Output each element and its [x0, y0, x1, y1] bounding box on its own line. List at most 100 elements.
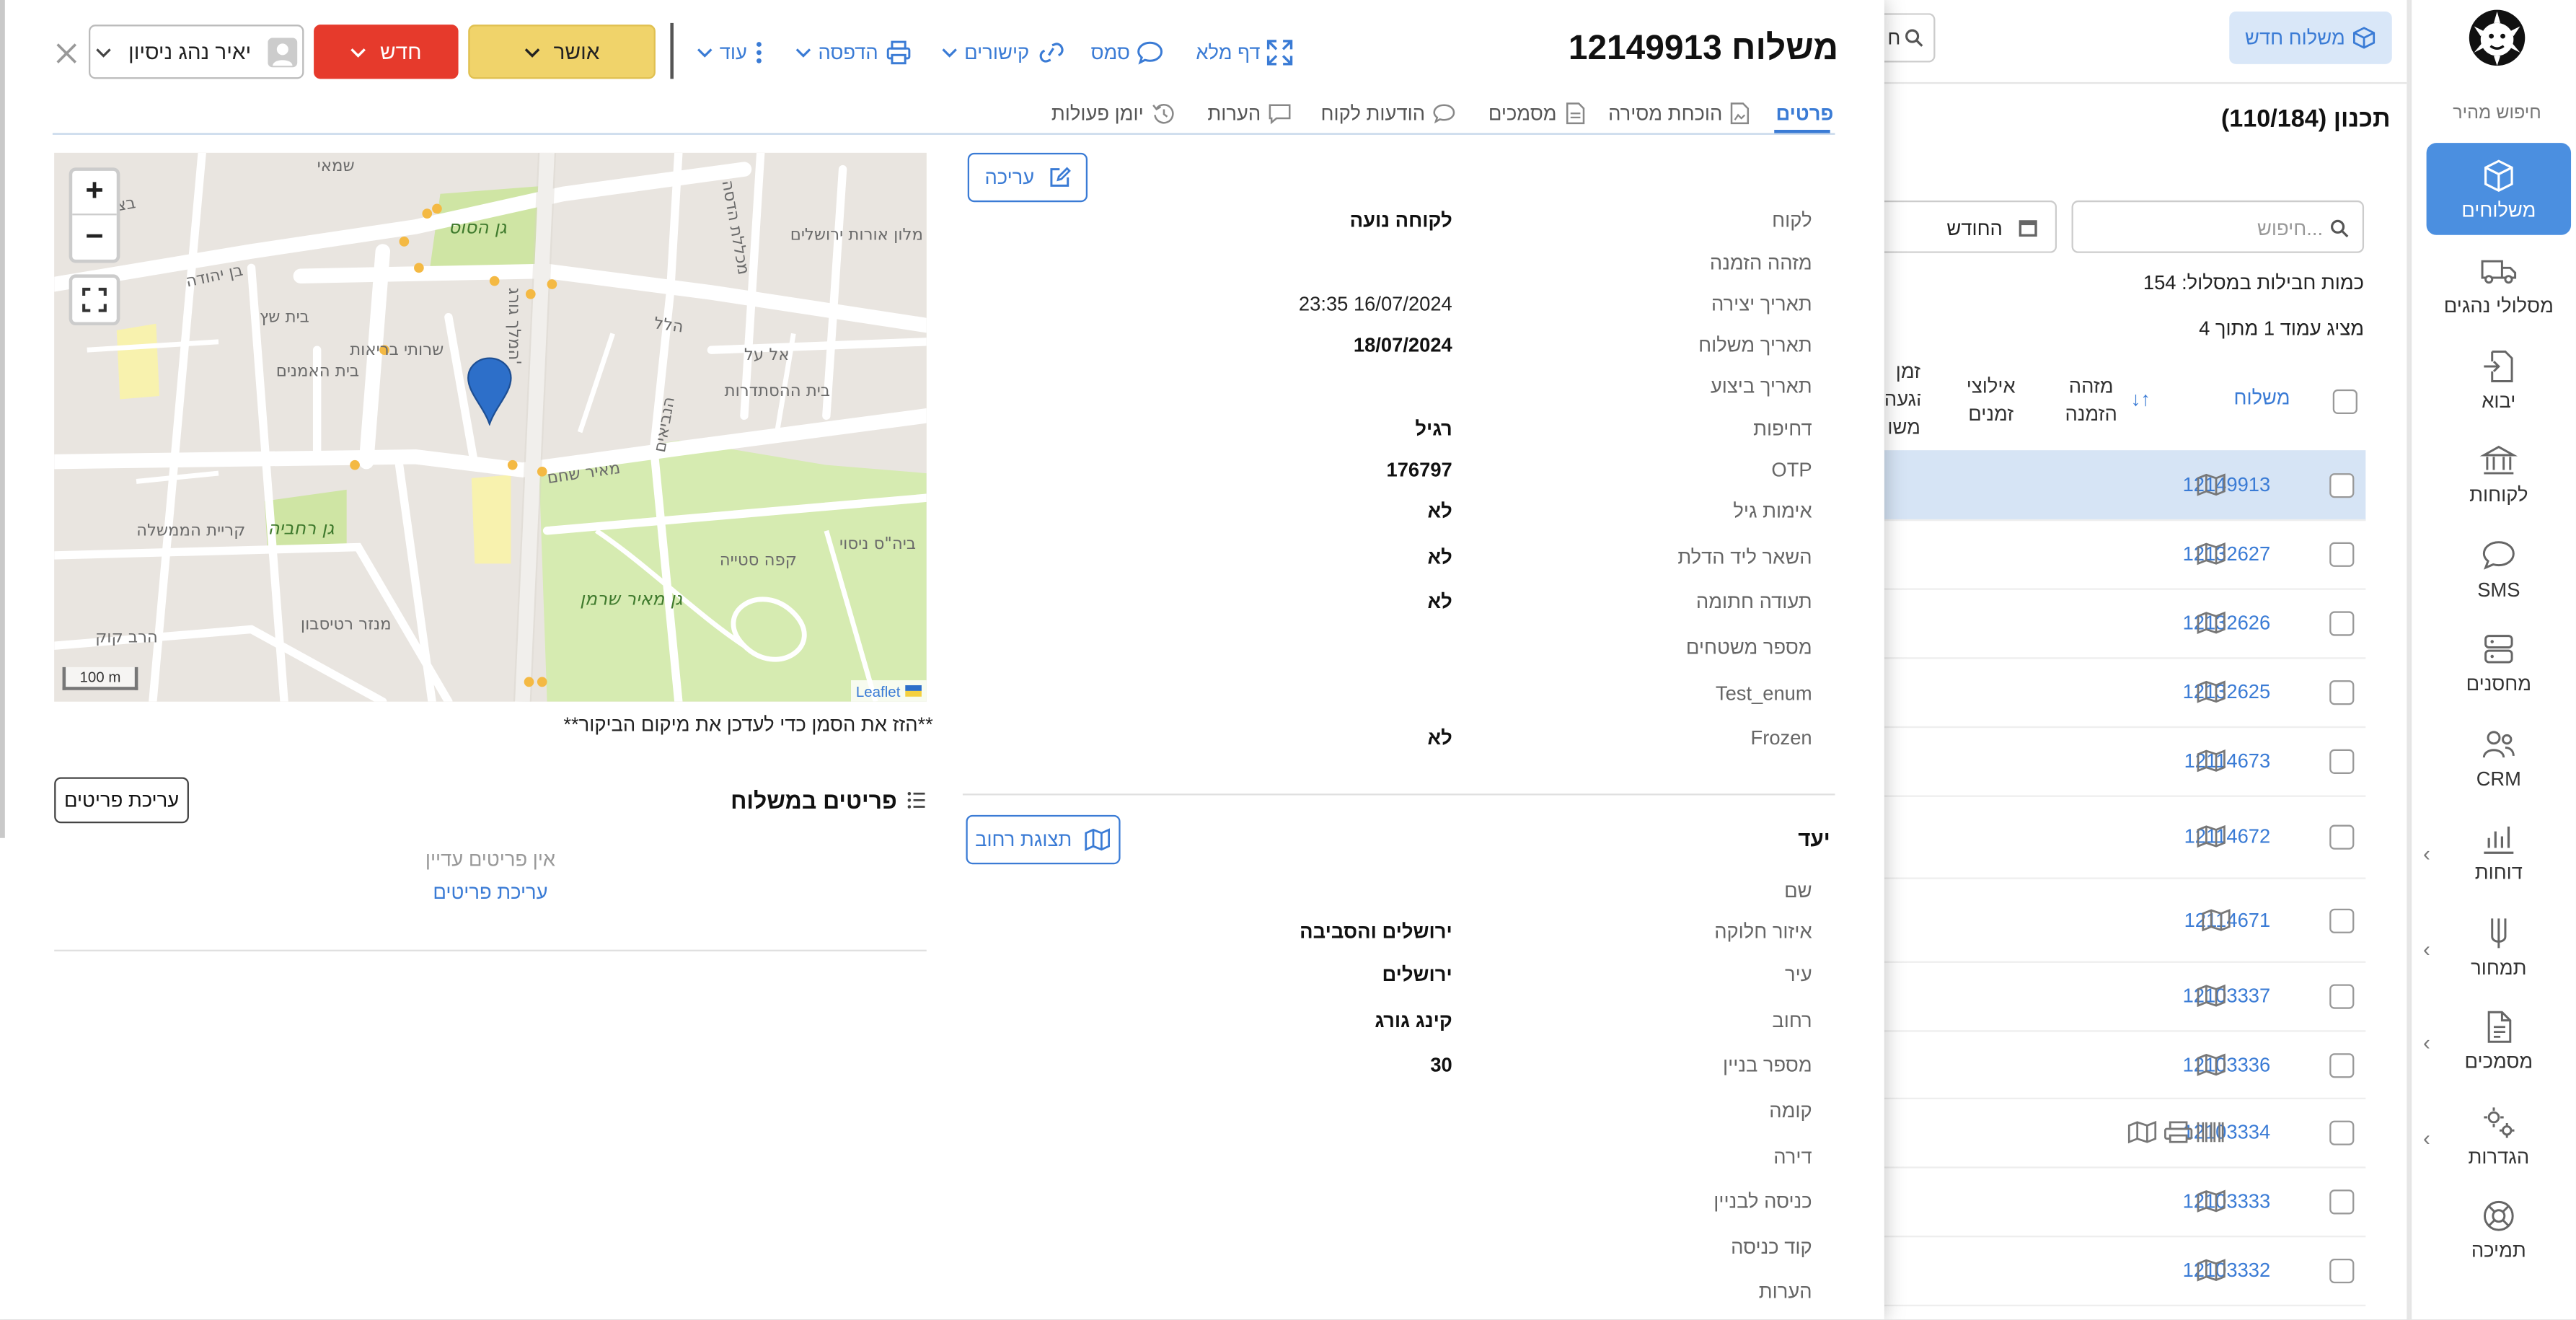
- destination-label: איזור חלוקה: [1714, 920, 1812, 943]
- row-checkbox[interactable]: [2329, 680, 2355, 705]
- fullpage-link[interactable]: דף מלא: [1196, 36, 1293, 69]
- sidebar-item[interactable]: SMS: [2427, 522, 2571, 615]
- leaflet-link[interactable]: Leaflet: [856, 683, 901, 700]
- map-icon[interactable]: [2197, 824, 2226, 848]
- list-column-headers: משלוח ↓↑ מזהה הזמנה אילוצי זמנים זמן הגעה מש…: [1884, 348, 2365, 447]
- row-checkbox[interactable]: [2329, 907, 2355, 933]
- table-row[interactable]: 12132627: [1884, 519, 2366, 590]
- row-checkbox[interactable]: [2329, 611, 2355, 636]
- row-checkbox[interactable]: [2329, 542, 2355, 567]
- sidebar-item[interactable]: מסלולי נהגים: [2427, 238, 2571, 330]
- close-icon[interactable]: [56, 43, 77, 64]
- table-row[interactable]: 12114672: [1884, 796, 2366, 879]
- barcode-icon[interactable]: [2197, 1121, 2226, 1144]
- more-dropdown[interactable]: עוד: [697, 36, 764, 69]
- row-checkbox[interactable]: [2329, 1258, 2355, 1284]
- row-checkbox[interactable]: [2329, 1120, 2355, 1145]
- map-icon[interactable]: [2197, 473, 2226, 496]
- table-row[interactable]: 12114671: [1884, 877, 2366, 963]
- tab-details[interactable]: פרטים: [1776, 99, 1834, 128]
- more-vertical-icon: [756, 42, 762, 63]
- printer-icon[interactable]: [2163, 1121, 2193, 1144]
- street-view-button[interactable]: תצוגת רחוב: [966, 814, 1121, 865]
- sidebar-item[interactable]: מחסנים: [2427, 616, 2571, 708]
- zoom-out-button[interactable]: −: [72, 215, 117, 260]
- period-select[interactable]: החודש: [1884, 200, 2057, 253]
- print-dropdown[interactable]: הדפסה: [795, 36, 912, 69]
- tab-customer-messages[interactable]: הודעות לקוח: [1321, 99, 1457, 128]
- fullpage-label: דף מלא: [1196, 40, 1261, 64]
- table-row[interactable]: 12103336: [1884, 1030, 2366, 1099]
- modal-edge: [0, 0, 5, 838]
- edit-items-link[interactable]: עריכת פריטים: [433, 881, 547, 904]
- sidebar-item[interactable]: לקוחות: [2427, 427, 2571, 519]
- edit-details-button[interactable]: עריכה: [967, 152, 1088, 203]
- tab-documents[interactable]: מסמכים: [1488, 99, 1584, 128]
- select-all-checkbox[interactable]: [2332, 389, 2357, 415]
- map-icon[interactable]: [2197, 680, 2226, 703]
- tab-notes[interactable]: הערות: [1207, 99, 1292, 128]
- sidebar-item[interactable]: יבוא: [2427, 333, 2571, 426]
- map-icon[interactable]: [2197, 611, 2226, 635]
- destination-label: רחוב: [1772, 1008, 1812, 1032]
- row-checkbox[interactable]: [2329, 824, 2355, 850]
- search-input[interactable]: חיפוש...: [2071, 200, 2365, 253]
- sms-link[interactable]: סמס: [1091, 36, 1163, 69]
- map-icon[interactable]: [2197, 1052, 2226, 1075]
- detail-label: תאריך יצירה: [1711, 292, 1812, 316]
- quick-search-link[interactable]: חיפוש מהיר: [2428, 104, 2566, 123]
- map-label: גן רחביה: [268, 517, 335, 540]
- map[interactable]: גן הסוס גן רחביה גן מאיר שרמן בצלאל שמאי…: [54, 152, 927, 702]
- file-icon: [1565, 102, 1584, 125]
- table-row[interactable]: 12114673: [1884, 726, 2366, 797]
- detail-value: לא: [1427, 589, 1452, 613]
- row-checkbox[interactable]: [2329, 1052, 2355, 1078]
- row-checkbox[interactable]: [2329, 984, 2355, 1009]
- sidebar-item[interactable]: משלוחים: [2426, 143, 2572, 235]
- tab-activity-log[interactable]: יומן פעולות: [1051, 99, 1175, 128]
- map-icon[interactable]: [2197, 749, 2226, 773]
- new-shipment-button[interactable]: משלוח חדש: [2229, 11, 2392, 64]
- map-icon[interactable]: [2197, 542, 2226, 566]
- map-icon[interactable]: [2197, 1259, 2226, 1282]
- tab-proof-of-delivery[interactable]: הוכחת מסירה: [1608, 99, 1750, 128]
- driver-select[interactable]: יאיר נהג ניסיון: [89, 25, 304, 79]
- table-row[interactable]: 12103333: [1884, 1166, 2366, 1238]
- links-dropdown[interactable]: קישורים: [941, 36, 1065, 69]
- status-approved-dropdown[interactable]: אושר: [468, 25, 656, 79]
- destination-label: עיר: [1785, 962, 1812, 986]
- map-icon[interactable]: [2202, 907, 2231, 931]
- map-icon[interactable]: [2197, 1189, 2226, 1213]
- map-icon[interactable]: [2127, 1120, 2157, 1144]
- location-marker-icon[interactable]: [467, 356, 513, 426]
- row-checkbox[interactable]: [2329, 1189, 2355, 1215]
- chevron-left-icon: ‹: [2423, 1125, 2430, 1150]
- sidebar-item[interactable]: תמחור ‹: [2423, 900, 2571, 993]
- sidebar-item[interactable]: הגדרות ‹: [2423, 1089, 2571, 1182]
- fullscreen-button[interactable]: [69, 274, 120, 326]
- header-search-box[interactable]: ח: [1884, 13, 1936, 63]
- col-time-constraints[interactable]: אילוצי זמנים: [1967, 373, 2016, 428]
- map-icon[interactable]: [2197, 984, 2226, 1008]
- table-row[interactable]: 12103337: [1884, 962, 2366, 1032]
- table-row[interactable]: 12132625: [1884, 657, 2366, 729]
- row-checkbox[interactable]: [2329, 749, 2355, 774]
- sidebar-item[interactable]: תמיכה: [2427, 1183, 2571, 1275]
- map-attribution[interactable]: Leaflet: [851, 680, 927, 702]
- map-label: שמאי: [317, 157, 355, 176]
- col-shipment[interactable]: משלוח: [2233, 386, 2290, 409]
- row-checkbox[interactable]: [2329, 473, 2355, 498]
- sort-icon[interactable]: ↓↑: [2131, 388, 2151, 411]
- table-row[interactable]: 12103332: [1884, 1236, 2366, 1307]
- table-row[interactable]: 12149913: [1884, 450, 2366, 522]
- table-row[interactable]: 12132626: [1884, 589, 2366, 659]
- table-row[interactable]: 12103334: [1884, 1098, 2366, 1169]
- edit-items-button[interactable]: עריכת פריטים: [54, 777, 189, 824]
- sidebar-item[interactable]: דוחות ‹: [2423, 805, 2571, 897]
- sidebar-item[interactable]: CRM: [2427, 711, 2571, 804]
- sidebar-item[interactable]: מסמכים ‹: [2423, 994, 2571, 1086]
- col-order-id[interactable]: מזהה הזמנה: [2065, 373, 2117, 428]
- zoom-in-button[interactable]: +: [72, 171, 117, 216]
- status-new-dropdown[interactable]: חדש: [314, 25, 459, 79]
- col-arrival[interactable]: זמן הגעה משו: [1884, 358, 1920, 442]
